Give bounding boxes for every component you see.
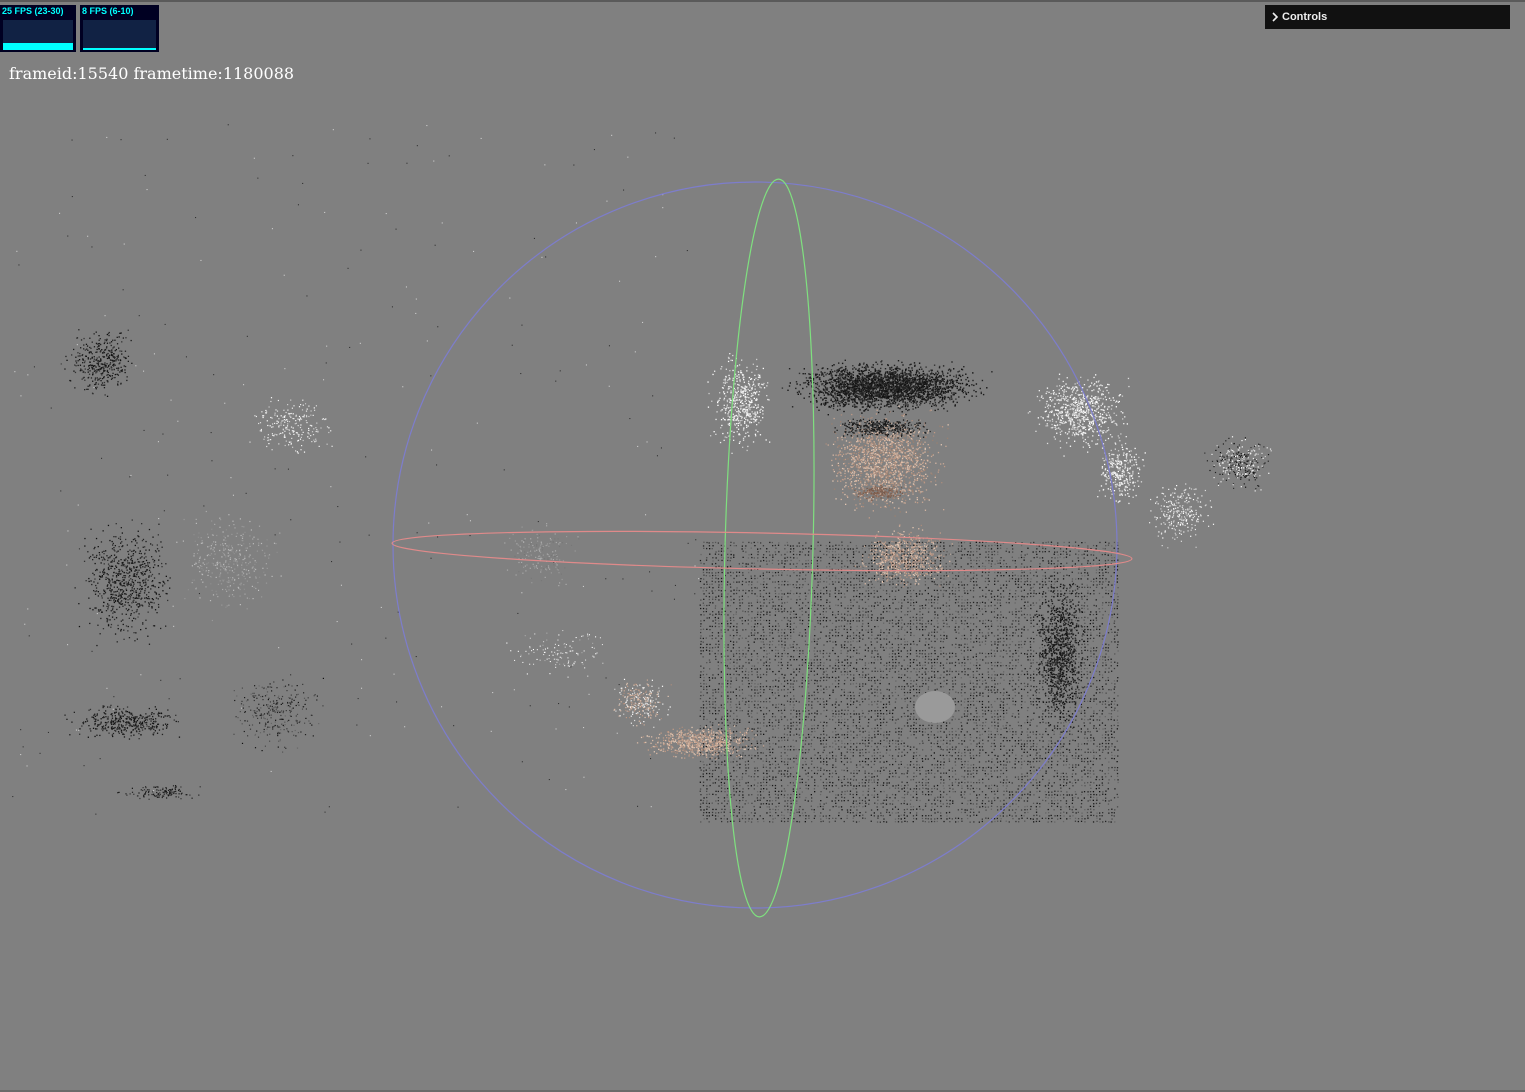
point-cloud-scene[interactable] <box>0 2 1525 1092</box>
chevron-right-icon <box>1270 10 1280 24</box>
ms-graph-fill <box>83 48 156 50</box>
ms-label: 8 FPS (6-10) <box>82 6 134 17</box>
ms-stats-panel[interactable]: 8 FPS (6-10) <box>80 5 159 52</box>
controls-panel-toggle[interactable]: Controls <box>1265 5 1510 29</box>
fps-label: 25 FPS (23-30) <box>2 6 64 17</box>
controls-title: Controls <box>1282 11 1327 23</box>
rotation-gizmo[interactable] <box>392 178 1133 918</box>
point-cloud <box>12 124 1272 823</box>
3d-viewport[interactable]: 25 FPS (23-30) 8 FPS (6-10) frameid:1554… <box>0 0 1525 1092</box>
fps-stats-panel[interactable]: 25 FPS (23-30) <box>0 5 76 52</box>
frame-info-text: frameid:15540 frametime:1180088 <box>9 64 294 83</box>
ms-graph <box>83 20 156 50</box>
fps-graph <box>3 20 73 50</box>
fps-graph-fill <box>3 43 73 50</box>
